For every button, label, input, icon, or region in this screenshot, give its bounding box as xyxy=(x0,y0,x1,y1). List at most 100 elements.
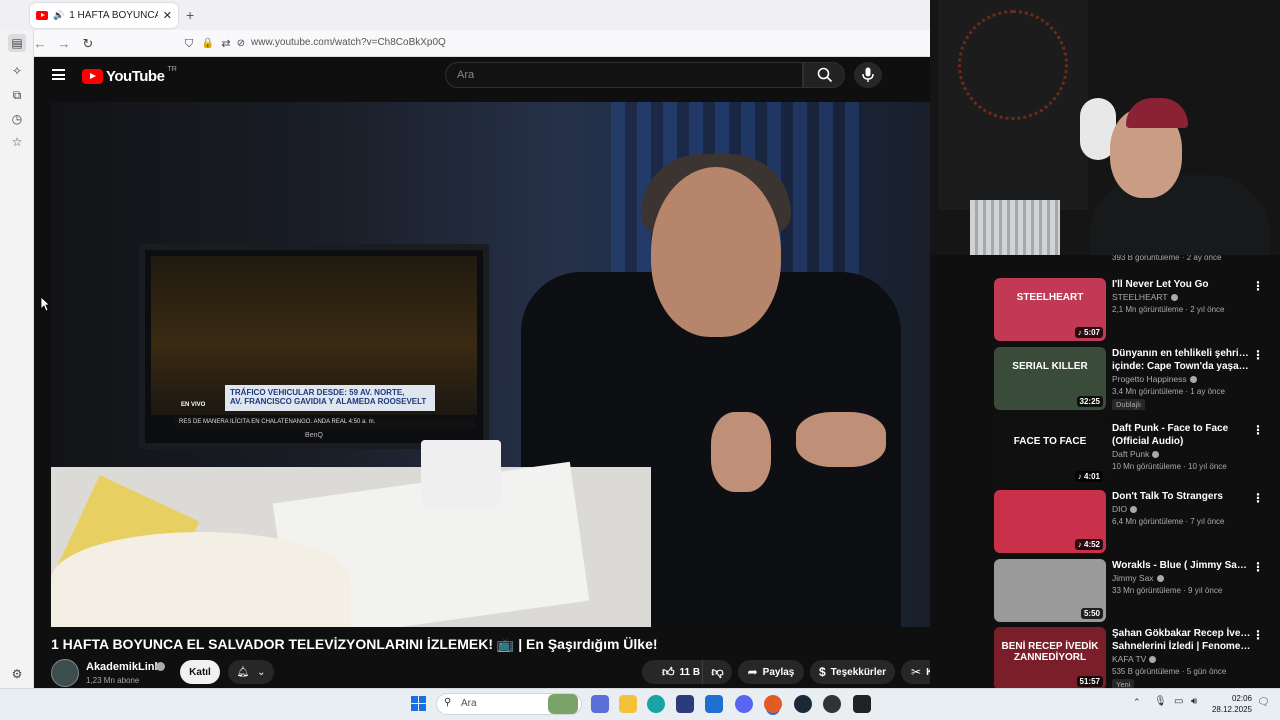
video-duration: ♪ 4:52 xyxy=(1074,539,1103,550)
system-clock[interactable]: 02:06 28.12.2025 xyxy=(1204,693,1252,715)
join-button[interactable]: Katıl xyxy=(180,660,220,684)
video-duration: 5:50 xyxy=(1080,608,1103,619)
channel-name-text: STEELHEART xyxy=(1112,292,1168,302)
video-thumbnail[interactable]: ♪ 4:52 xyxy=(994,490,1106,553)
active-tab[interactable]: 🔊 1 HAFTA BOYUNCA EL SAL ✕ xyxy=(30,3,178,28)
file-explorer-icon[interactable] xyxy=(619,695,637,713)
close-tab-icon[interactable]: ✕ xyxy=(163,9,172,22)
dislike-button[interactable]: 👎︎ xyxy=(702,660,732,684)
more-vertical-icon[interactable]: ⋮ xyxy=(1252,629,1264,641)
thanks-button[interactable]: $ Teşekkürler xyxy=(810,660,895,684)
firefox-icon[interactable] xyxy=(764,695,782,713)
thanks-label: Teşekkürler xyxy=(830,666,887,678)
epic-games-icon[interactable] xyxy=(853,695,871,713)
bell-icon: 🔔︎ xyxy=(236,666,250,678)
video-title[interactable]: I'll Never Let You Go xyxy=(1112,278,1252,291)
video-title-line2[interactable]: içinde: Cape Town'da yaşamak... xyxy=(1112,360,1252,373)
channel-avatar[interactable] xyxy=(51,659,79,687)
microphone-tray-icon[interactable]: 🎙︎ xyxy=(1154,696,1167,707)
back-arrow-icon[interactable]: ← xyxy=(31,35,49,53)
settings-gear-icon[interactable]: ⚙ xyxy=(8,665,26,683)
store-icon[interactable] xyxy=(676,695,694,713)
video-title[interactable]: Şahan Gökbakar Recep İvedik xyxy=(1112,627,1252,640)
lock-icon[interactable]: 🔒 xyxy=(199,35,217,53)
youtube-logo[interactable]: YouTube TR xyxy=(82,66,177,86)
video-bag xyxy=(51,532,351,627)
show-hidden-icons-icon[interactable]: ⌃ xyxy=(1133,697,1141,708)
more-vertical-icon[interactable]: ⋮ xyxy=(1252,492,1264,504)
webcam-overlay xyxy=(930,0,1280,255)
video-thumbnail[interactable]: STEELHEART ♪ 5:07 xyxy=(994,278,1106,341)
network-icon[interactable]: ▭ xyxy=(1174,696,1183,707)
channel-name[interactable]: Jimmy Sax xyxy=(1112,573,1164,583)
channel-name[interactable]: Progetto Happiness xyxy=(1112,374,1197,384)
new-tab-button[interactable]: + xyxy=(186,7,194,23)
video-title[interactable]: Worakls - Blue ( Jimmy Sax live) xyxy=(1112,559,1252,572)
notifications-button[interactable]: 🔔︎ ⌄ xyxy=(228,660,274,684)
subscriber-count: 1,23 Mn abone xyxy=(86,676,140,685)
more-vertical-icon[interactable]: ⋮ xyxy=(1252,349,1264,361)
video-duration: ♪ 5:07 xyxy=(1074,327,1103,338)
bookmarks-icon[interactable]: ☆ xyxy=(8,133,26,151)
webcam-person-body xyxy=(1090,175,1270,255)
channel-name[interactable]: Daft Punk xyxy=(1112,449,1160,459)
thumbnail-text: SERIAL KILLER xyxy=(1012,361,1088,372)
sidebar-toggle-icon[interactable]: ▤ xyxy=(8,34,26,52)
edge-browser-icon[interactable] xyxy=(647,695,665,713)
video-thumbnail[interactable]: FACE TO FACE ♪ 4:01 xyxy=(994,422,1106,485)
poster-sun-motif xyxy=(958,10,1068,120)
search-input[interactable]: Ara xyxy=(445,62,803,88)
forward-arrow-icon[interactable]: → xyxy=(55,35,73,53)
video-title[interactable]: Daft Punk - Face to Face xyxy=(1112,422,1252,435)
chevron-down-icon: ⌄ xyxy=(257,666,266,678)
history-icon[interactable]: ◷ xyxy=(8,110,26,128)
video-thumbnail[interactable]: SERIAL KILLER 32:25 xyxy=(994,347,1106,410)
synced-tabs-icon[interactable]: ⧉ xyxy=(8,86,26,104)
discord-icon[interactable] xyxy=(735,695,753,713)
taskbar-search-icon: ⚲ xyxy=(444,697,452,708)
reload-icon[interactable]: ↻ xyxy=(79,35,97,53)
channel-name[interactable]: KAFA TV xyxy=(1112,654,1157,664)
share-button[interactable]: ➦ Paylaş xyxy=(738,660,804,684)
video-thumbnail[interactable]: BENİ RECEP İVEDİK ZANNEDİYORL 51:57 xyxy=(994,627,1106,690)
voice-search-button[interactable] xyxy=(854,62,882,88)
windows-start-icon[interactable] xyxy=(411,696,427,712)
tab-title: 1 HAFTA BOYUNCA EL SAL xyxy=(69,10,158,21)
channel-name[interactable]: DIO xyxy=(1112,504,1138,514)
webcam-poster xyxy=(938,0,1088,210)
volume-icon[interactable]: 🔊︎ xyxy=(1191,696,1197,707)
video-title[interactable]: Don't Talk To Strangers xyxy=(1112,490,1252,503)
search-highlight-icon[interactable] xyxy=(548,694,578,714)
menu-hamburger-icon[interactable] xyxy=(52,69,65,80)
url-text[interactable]: www.youtube.com/watch?v=Ch8CoBkXp0Q xyxy=(251,37,446,48)
more-vertical-icon[interactable]: ⋮ xyxy=(1252,424,1264,436)
more-vertical-icon[interactable]: ⋮ xyxy=(1252,561,1264,573)
channel-name[interactable]: AkademikLink xyxy=(86,661,161,673)
more-vertical-icon[interactable]: ⋮ xyxy=(1252,280,1264,292)
video-thumbnail[interactable]: 5:50 xyxy=(994,559,1106,622)
widgets-icon[interactable] xyxy=(591,695,609,713)
blocked-media-icon[interactable]: ⊘ xyxy=(232,35,250,53)
steam-icon[interactable] xyxy=(794,695,812,713)
video-title[interactable]: Dünyanın en tehlikeli şehrinin xyxy=(1112,347,1252,360)
outlook-icon[interactable] xyxy=(705,695,723,713)
channel-name-text: Daft Punk xyxy=(1112,449,1150,459)
super-thanks-icon: $ xyxy=(818,665,826,679)
notifications-icon[interactable]: 🗨︎ xyxy=(1257,697,1270,708)
channel-name[interactable]: STEELHEART xyxy=(1112,292,1178,302)
obs-icon[interactable] xyxy=(823,695,841,713)
webcam-radiator xyxy=(970,200,1060,255)
video-meta: 33 Mn görüntüleme · 9 yıl önce xyxy=(1112,586,1223,595)
youtube-favicon-icon xyxy=(36,11,48,20)
verified-check-icon xyxy=(1156,575,1164,583)
video-meta: 3,4 Mn görüntüleme · 1 ay önce xyxy=(1112,387,1225,396)
video-title-line2[interactable]: (Official Audio) xyxy=(1112,435,1252,448)
monitor-ticker: RES DE MANERA ILÍCITA EN CHALATENANGO. A… xyxy=(175,417,475,429)
audio-playing-icon[interactable]: 🔊 xyxy=(53,10,64,21)
video-title-line2[interactable]: Sahnelerini İzledi | Fenomen ... xyxy=(1112,640,1252,653)
video-player[interactable]: TRÁFICO VEHICULAR DESDE: 59 AV. NORTE, A… xyxy=(51,102,984,627)
search-button[interactable] xyxy=(803,62,845,88)
ai-chat-icon[interactable]: ✧ xyxy=(8,62,26,80)
thumbs-up-icon: 👍︎ xyxy=(661,664,675,679)
tracking-shield-icon[interactable]: ⛉ xyxy=(180,35,198,53)
